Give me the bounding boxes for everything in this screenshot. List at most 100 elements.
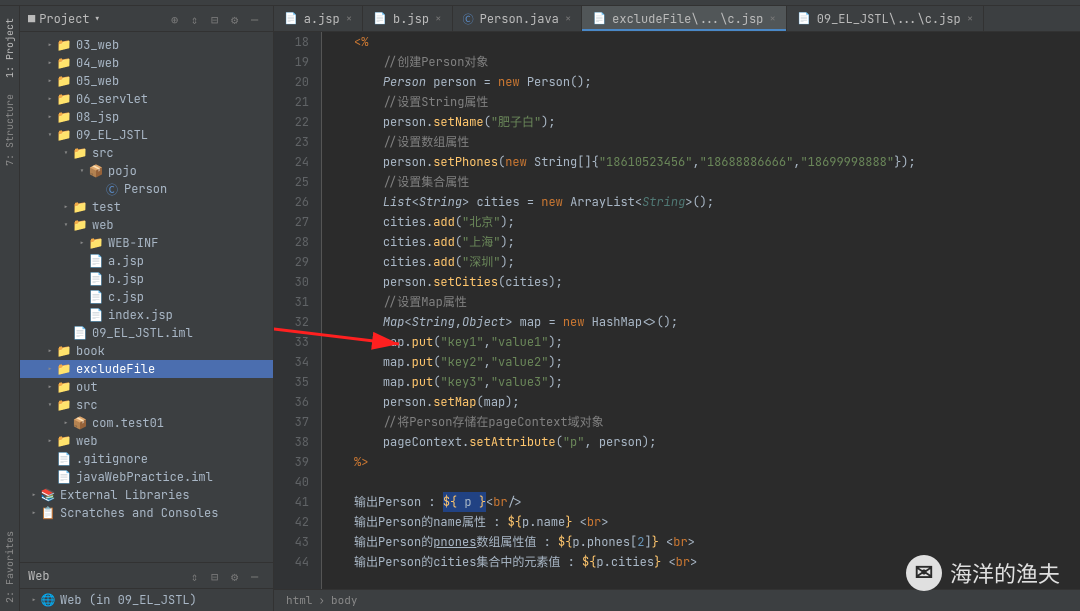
tree-arrow-icon[interactable]: ▸ xyxy=(44,345,56,357)
tree-arrow-icon[interactable]: ▸ xyxy=(44,363,56,375)
code-line[interactable]: cities.add("北京"); xyxy=(354,212,1080,232)
code-line[interactable]: map.put("key2","value2"); xyxy=(354,352,1080,372)
tree-arrow-icon[interactable]: ▸ xyxy=(44,57,56,69)
code-line[interactable]: map.put("key1","value1"); xyxy=(354,332,1080,352)
project-tree[interactable]: ▸📁03_web▸📁04_web▸📁05_web▸📁06_servlet▸📁08… xyxy=(20,32,273,562)
code-line[interactable]: %> xyxy=(354,452,1080,472)
tree-item[interactable]: ▾📁src xyxy=(20,396,273,414)
tree-item[interactable]: ▸📁web xyxy=(20,432,273,450)
tree-arrow-icon[interactable]: ▸ xyxy=(60,417,72,429)
tree-item[interactable]: 📄b.jsp xyxy=(20,270,273,288)
crumb-html[interactable]: html xyxy=(286,594,312,608)
tree-arrow-icon[interactable]: ▸ xyxy=(44,39,56,51)
code-line[interactable]: //设置集合属性 xyxy=(354,172,1080,192)
tree-item[interactable]: ▾📦pojo xyxy=(20,162,273,180)
code-line[interactable]: //设置Map属性 xyxy=(354,292,1080,312)
tab-project[interactable]: 1: Project xyxy=(1,10,18,86)
tree-item[interactable]: ⒸPerson xyxy=(20,180,273,198)
code-line[interactable]: 输出Person的pnones数组属性值 : ${p.phones[2]} <b… xyxy=(354,532,1080,552)
tree-item[interactable]: ▸📁08_jsp xyxy=(20,108,273,126)
tree-item[interactable]: ▸📁test xyxy=(20,198,273,216)
tab-favorites[interactable]: 2: Favorites xyxy=(1,523,18,611)
tree-arrow-icon[interactable]: ▸ xyxy=(44,111,56,123)
close-icon[interactable]: × xyxy=(565,12,572,26)
code-line[interactable]: pageContext.setAttribute("p", person); xyxy=(354,432,1080,452)
tree-arrow-icon[interactable]: ▾ xyxy=(44,129,56,141)
expand-icon[interactable]: ⇕ xyxy=(191,12,205,26)
tree-item[interactable]: ▸📚External Libraries xyxy=(20,486,273,504)
code-line[interactable]: 输出Person : ${ p }<br/> xyxy=(354,492,1080,512)
editor-tab[interactable]: 📄b.jsp× xyxy=(363,6,452,31)
tree-item[interactable]: ▾📁09_EL_JSTL xyxy=(20,126,273,144)
tree-item[interactable]: 📄09_EL_JSTL.iml xyxy=(20,324,273,342)
collapse-icon[interactable]: ⊟ xyxy=(211,569,225,583)
tree-arrow-icon[interactable]: ▸ xyxy=(44,435,56,447)
tree-arrow-icon[interactable]: ▾ xyxy=(44,399,56,411)
code-line[interactable]: List<String> cities = new ArrayList<Stri… xyxy=(354,192,1080,212)
hide-icon[interactable]: — xyxy=(251,569,265,583)
code-line[interactable]: //将Person存储在pageContext域对象 xyxy=(354,412,1080,432)
tab-label: b.jsp xyxy=(393,11,429,27)
tree-item[interactable]: ▸📦com.test01 xyxy=(20,414,273,432)
code-editor[interactable]: <% //创建Person对象 Person person = new Pers… xyxy=(342,32,1080,589)
close-icon[interactable]: × xyxy=(769,12,776,26)
tree-item[interactable]: 📄javaWebPractice.iml xyxy=(20,468,273,486)
collapse-icon[interactable]: ⊟ xyxy=(211,12,225,26)
tab-structure[interactable]: 7: Structure xyxy=(1,86,18,174)
tree-item[interactable]: ▸📁excludeFile xyxy=(20,360,273,378)
code-line[interactable]: person.setCities(cities); xyxy=(354,272,1080,292)
tree-arrow-icon[interactable]: ▸ xyxy=(28,489,40,501)
code-line[interactable]: <% xyxy=(354,32,1080,52)
close-icon[interactable]: × xyxy=(967,12,974,26)
tree-item[interactable]: ▾📁src xyxy=(20,144,273,162)
editor-tab[interactable]: 📄excludeFile\...\c.jsp× xyxy=(582,6,787,31)
editor-tab[interactable]: 📄a.jsp× xyxy=(274,6,363,31)
tree-item[interactable]: ▸📁out xyxy=(20,378,273,396)
tree-item[interactable]: 📄index.jsp xyxy=(20,306,273,324)
close-icon[interactable]: × xyxy=(435,12,442,26)
target-icon[interactable]: ⊕ xyxy=(171,12,185,26)
editor-tab[interactable]: ⒸPerson.java× xyxy=(453,6,583,31)
tree-arrow-icon[interactable]: ▸ xyxy=(76,237,88,249)
code-line[interactable]: person.setName("肥子白"); xyxy=(354,112,1080,132)
web-module-item[interactable]: ▸🌐 Web (in 09_EL_JSTL) xyxy=(20,591,273,609)
code-line[interactable]: //设置数组属性 xyxy=(354,132,1080,152)
code-line[interactable]: map.put("key3","value3"); xyxy=(354,372,1080,392)
code-line[interactable] xyxy=(354,472,1080,492)
hide-icon[interactable]: — xyxy=(251,12,265,26)
tree-arrow-icon[interactable]: ▾ xyxy=(76,165,88,177)
code-line[interactable]: Person person = new Person(); xyxy=(354,72,1080,92)
tree-item[interactable]: 📄a.jsp xyxy=(20,252,273,270)
tree-arrow-icon[interactable]: ▾ xyxy=(60,147,72,159)
tree-arrow-icon[interactable]: ▸ xyxy=(60,201,72,213)
tree-arrow-icon[interactable]: ▸ xyxy=(44,93,56,105)
code-line[interactable]: person.setPhones(new String[]{"186105234… xyxy=(354,152,1080,172)
tree-arrow-icon[interactable]: ▸ xyxy=(44,75,56,87)
expand-icon[interactable]: ⇕ xyxy=(191,569,205,583)
code-line[interactable]: //设置String属性 xyxy=(354,92,1080,112)
code-line[interactable]: cities.add("深圳"); xyxy=(354,252,1080,272)
gear-icon[interactable]: ⚙ xyxy=(231,12,245,26)
crumb-body[interactable]: body xyxy=(331,594,357,608)
code-line[interactable]: //创建Person对象 xyxy=(354,52,1080,72)
tree-item[interactable]: ▸📁06_servlet xyxy=(20,90,273,108)
code-line[interactable]: cities.add("上海"); xyxy=(354,232,1080,252)
editor-tab[interactable]: 📄09_EL_JSTL\...\c.jsp× xyxy=(787,6,984,31)
tree-item[interactable]: ▸📁WEB-INF xyxy=(20,234,273,252)
tree-item[interactable]: 📄c.jsp xyxy=(20,288,273,306)
tree-item[interactable]: ▸📁03_web xyxy=(20,36,273,54)
code-line[interactable]: 输出Person的name属性 : ${p.name} <br> xyxy=(354,512,1080,532)
tree-item[interactable]: 📄.gitignore xyxy=(20,450,273,468)
tree-item[interactable]: ▸📁book xyxy=(20,342,273,360)
tree-item[interactable]: ▸📁04_web xyxy=(20,54,273,72)
close-icon[interactable]: × xyxy=(346,12,353,26)
code-line[interactable]: person.setMap(map); xyxy=(354,392,1080,412)
tree-arrow-icon[interactable]: ▸ xyxy=(28,507,40,519)
tree-item[interactable]: ▸📋Scratches and Consoles xyxy=(20,504,273,522)
tree-item[interactable]: ▸📁05_web xyxy=(20,72,273,90)
code-line[interactable]: Map<String,Object> map = new HashMap<>()… xyxy=(354,312,1080,332)
tree-item[interactable]: ▾📁web xyxy=(20,216,273,234)
tree-arrow-icon[interactable]: ▸ xyxy=(44,381,56,393)
tree-arrow-icon[interactable]: ▾ xyxy=(60,219,72,231)
gear-icon[interactable]: ⚙ xyxy=(231,569,245,583)
